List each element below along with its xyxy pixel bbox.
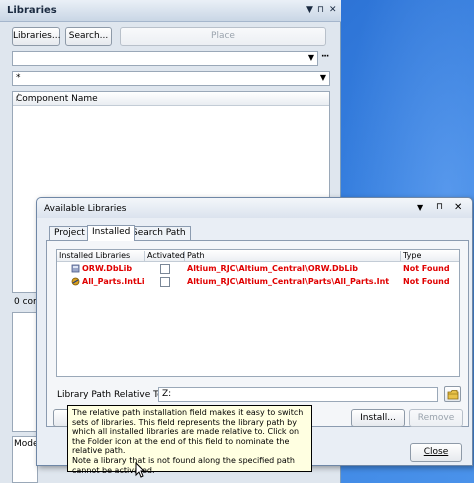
chevron-down-icon: ▼: [319, 73, 326, 82]
chevron-down-icon: ▼: [307, 53, 314, 62]
dialog-titlebar[interactable]: Available Libraries ▼ ⊓ ✕: [37, 198, 472, 218]
tab-search-path[interactable]: Search Path: [127, 226, 191, 240]
folder-icon: [447, 389, 459, 403]
tab-installed[interactable]: Installed: [87, 225, 136, 241]
search-button[interactable]: Search...: [65, 27, 112, 46]
column-path[interactable]: Path: [185, 251, 401, 262]
tab-project[interactable]: Project: [49, 226, 90, 240]
database-icon: [71, 264, 80, 273]
mouse-cursor-icon: [135, 461, 146, 481]
folder-button[interactable]: [444, 386, 461, 402]
library-more-button[interactable]: ···: [321, 52, 329, 62]
column-activated[interactable]: Activated: [145, 251, 185, 262]
libraries-panel-title: Libraries: [7, 5, 57, 16]
installed-libraries-grid[interactable]: Installed Libraries Activated Path Type …: [56, 249, 460, 377]
library-path-relative-label: Library Path Relative To:: [57, 390, 166, 400]
tooltip-text: The relative path installation field mak…: [72, 408, 304, 475]
filter-input[interactable]: * ▼: [12, 71, 330, 86]
model-label: Mode: [14, 439, 39, 449]
table-row[interactable]: ORW.DbLib Altium_RJC\Altium_Central\ORW.…: [57, 263, 459, 276]
library-path-relative-value: Z:: [162, 389, 172, 399]
library-type: Not Found: [403, 264, 450, 273]
integrated-library-icon: [71, 277, 80, 286]
remove-button[interactable]: Remove: [409, 409, 463, 427]
libraries-panel-titlebar[interactable]: Libraries ▼ ⊓ ✕: [0, 0, 341, 22]
filter-value: *: [16, 73, 21, 83]
column-installed-libraries[interactable]: Installed Libraries: [57, 251, 145, 262]
relative-path-tooltip: The relative path installation field mak…: [67, 405, 312, 475]
component-name-header[interactable]: Component Name /: [13, 92, 329, 106]
pin-icon[interactable]: ⊓: [436, 202, 443, 212]
activated-checkbox[interactable]: [160, 264, 170, 274]
pin-icon[interactable]: ⊓: [317, 5, 324, 15]
close-button[interactable]: Close: [410, 443, 462, 462]
install-button[interactable]: Install...: [351, 409, 405, 427]
library-type: Not Found: [403, 277, 450, 286]
place-button[interactable]: Place: [120, 27, 326, 46]
grid-header: Installed Libraries Activated Path Type: [57, 250, 459, 262]
library-name: All_Parts.IntLib: [82, 277, 144, 286]
dialog-title: Available Libraries: [44, 204, 127, 214]
pin-icon[interactable]: ▼: [417, 203, 423, 212]
column-separator: /: [16, 93, 20, 103]
column-type[interactable]: Type: [401, 251, 461, 262]
library-name: ORW.DbLib: [82, 264, 133, 273]
installed-tab-page: Installed Libraries Activated Path Type …: [46, 240, 469, 427]
library-select[interactable]: ▼: [12, 51, 318, 66]
library-path-relative-input[interactable]: Z:: [158, 387, 438, 402]
model-preview-area: [12, 312, 38, 432]
close-icon[interactable]: ✕: [329, 5, 337, 15]
libraries-button[interactable]: Libraries...: [12, 27, 60, 46]
activated-checkbox[interactable]: [160, 277, 170, 287]
close-icon[interactable]: ✕: [454, 202, 462, 213]
pin-icon[interactable]: ▼: [306, 5, 313, 15]
library-path: Altium_RJC\Altium_Central\ORW.DbLib: [187, 264, 358, 273]
library-path: Altium_RJC\Altium_Central\Parts\All_Part…: [187, 277, 390, 286]
table-row[interactable]: All_Parts.IntLib Altium_RJC\Altium_Centr…: [57, 276, 459, 289]
